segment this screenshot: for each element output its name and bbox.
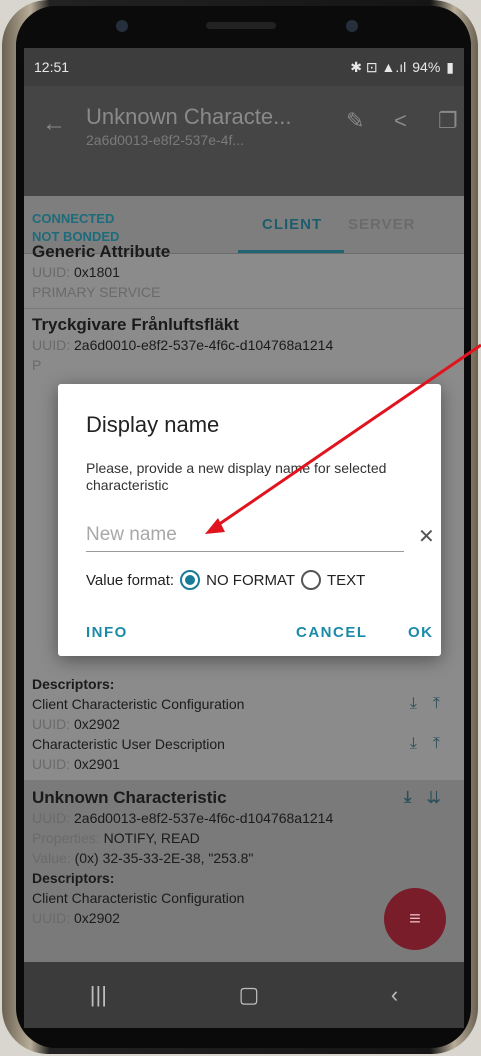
app-screen: 12:51 ✱ ⊡ ▲.ıl 94% ▮ ← Unknown Characte.… [24,48,464,1028]
characteristic-item[interactable]: Unknown Characteristic ⤓⇊ UUID: 2a6d0013… [24,780,464,980]
radio-text[interactable] [301,570,321,590]
battery-icon: ▮ [446,58,454,75]
radio-no-format[interactable] [180,570,201,590]
service-type: P [32,357,42,373]
page-subtitle: 2a6d0013-e8f2-537e-4f... [86,132,245,148]
app-bar: ← Unknown Characte... 2a6d0013-e8f2-537e… [24,86,464,196]
clear-icon[interactable]: ✕ [418,524,435,549]
radio-no-format-label[interactable]: NO FORMAT [206,572,295,589]
edit-icon[interactable]: ✎ [346,108,364,134]
radio-text-label[interactable]: TEXT [327,572,365,589]
characteristic-value: Value: (0x) 32-35-33-2E-38, "253.8" [32,850,254,866]
descriptor-item[interactable]: Characteristic User Description ⤓⤒ [24,734,464,754]
characteristic-properties: Properties: NOTIFY, READ [32,830,200,846]
value-format-label: Value format: [86,571,175,589]
characteristic-uuid: UUID: 2a6d0013-e8f2-537e-4f6c-d104768a12… [32,810,334,826]
navigation-bar: ||| ▢ ‹ [24,962,464,1028]
dialog-title: Display name [86,412,220,437]
descriptors-label: Descriptors: [32,870,115,886]
sensor-icon [116,20,128,32]
nav-home-icon[interactable]: ▢ [239,982,260,1008]
speaker-grille [206,22,276,29]
copy-icon[interactable]: ❐ [438,108,458,134]
status-time: 12:51 [34,59,70,75]
service-name: Generic Attribute [32,242,171,261]
upload-icon[interactable]: ⤓⤒ [410,734,456,754]
info-button[interactable]: INFO [86,624,128,641]
descriptors-label: Descriptors: [32,676,115,692]
battery-level: 94% [412,59,441,75]
fab-list-icon[interactable]: ≡ [384,888,446,950]
download-icon[interactable]: ⤓⤒ [410,694,456,714]
characteristic-name: Unknown Characteristic ⤓⇊ [32,788,456,808]
signal-icon: ✱ ⊡ ▲.ıl [350,58,407,75]
share-icon[interactable]: < [394,108,407,134]
divider [24,308,464,309]
connection-state: CONNECTED [32,211,115,226]
service-uuid: UUID: 0x1801 [32,264,120,280]
descriptor-uuid: UUID: 0x2901 [32,756,120,772]
ok-button[interactable]: OK [408,624,434,641]
descriptor-block: Descriptors: Client Characteristic Confi… [24,674,464,774]
tab-server[interactable]: SERVER [348,216,415,233]
connection-status: CONNECTED NOT BONDED [32,210,119,246]
display-name-dialog: Display name Please, provide a new displ… [58,384,441,656]
camera-icon [346,20,358,32]
cancel-button[interactable]: CANCEL [296,624,368,641]
page-title: Unknown Characte... [86,104,292,129]
nav-back-icon[interactable]: ‹ [391,982,398,1008]
nav-recents-icon[interactable]: ||| [90,982,107,1008]
dialog-message: Please, provide a new display name for s… [86,460,387,493]
status-bar: 12:51 ✱ ⊡ ▲.ıl 94% ▮ [24,48,464,86]
tab-client[interactable]: CLIENT [262,216,322,233]
multi-arrow-icon[interactable]: ⤓⇊ [404,788,456,808]
service-type: PRIMARY SERVICE [32,284,161,300]
display-name-input[interactable] [86,518,404,552]
value-format-row: Value format: NO FORMAT TEXT [86,570,365,590]
service-name[interactable]: Tryckgivare Frånluftsfläkt [24,315,464,335]
service-uuid: UUID: 2a6d0010-e8f2-537e-4f6c-d104768a12… [32,337,334,353]
phone-frame: 12:51 ✱ ⊡ ▲.ıl 94% ▮ ← Unknown Characte.… [2,0,478,1054]
descriptor-item[interactable]: Client Characteristic Configuration ⤓⤒ [24,694,464,714]
back-arrow-icon[interactable]: ← [42,110,66,138]
descriptor-uuid: UUID: 0x2902 [32,716,120,732]
